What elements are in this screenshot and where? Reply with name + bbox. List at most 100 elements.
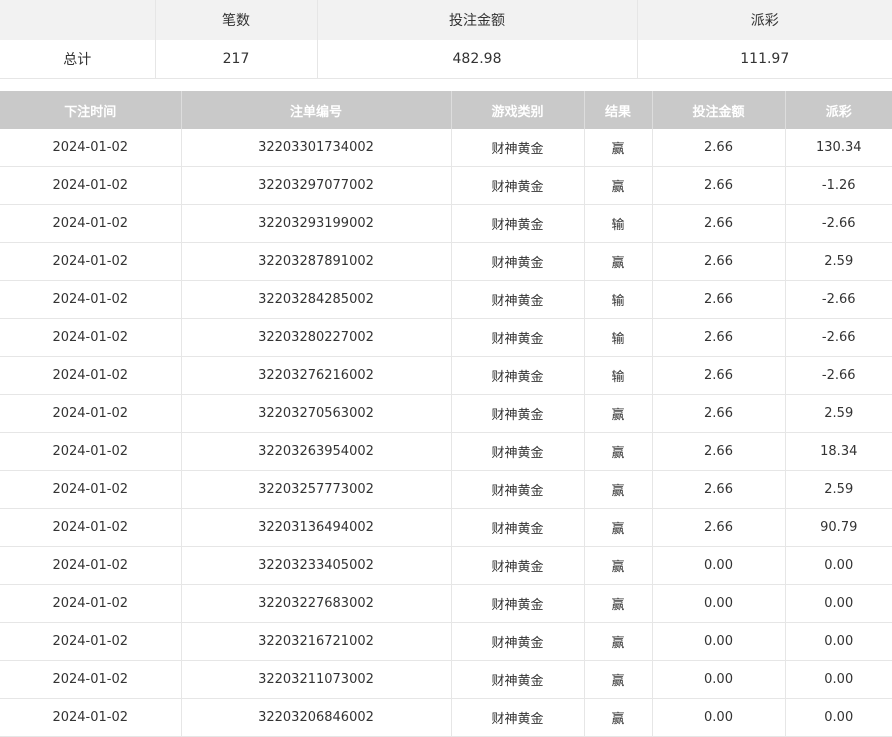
cell-game-type: 财神黄金 bbox=[450, 660, 584, 699]
cell-payout: -2.66 bbox=[784, 318, 892, 357]
cell-bet-time: 2024-01-02 bbox=[0, 204, 181, 243]
cell-payout: -2.66 bbox=[784, 280, 892, 319]
cell-bet-id: 32203276216002 bbox=[180, 356, 451, 395]
cell-bet-id: 32203216721002 bbox=[180, 622, 451, 661]
cell-bet-amount: 0.00 bbox=[651, 622, 785, 661]
cell-result: 赢 bbox=[583, 660, 652, 699]
cell-payout: -2.66 bbox=[784, 204, 892, 243]
cell-game-type: 财神黄金 bbox=[450, 508, 584, 547]
cell-result: 赢 bbox=[583, 432, 652, 471]
cell-bet-time: 2024-01-02 bbox=[0, 242, 181, 281]
cell-bet-amount: 2.66 bbox=[651, 432, 785, 471]
cell-result: 输 bbox=[583, 204, 652, 243]
header-bet-id[interactable]: 注单编号 bbox=[180, 91, 451, 129]
cell-bet-id: 32203211073002 bbox=[180, 660, 451, 699]
cell-result: 赢 bbox=[583, 242, 652, 281]
cell-result: 赢 bbox=[583, 698, 652, 737]
header-bet-time[interactable]: 下注时间 bbox=[0, 91, 181, 129]
cell-result: 赢 bbox=[583, 129, 652, 167]
cell-game-type: 财神黄金 bbox=[450, 622, 584, 661]
cell-payout: 0.00 bbox=[784, 584, 892, 623]
cell-result: 输 bbox=[583, 356, 652, 395]
table-row[interactable]: 2024-01-02 32203233405002 财神黄金赢 0.00 0.00 bbox=[0, 546, 892, 585]
table-gap bbox=[0, 79, 892, 91]
cell-bet-amount: 2.66 bbox=[651, 129, 785, 167]
cell-bet-time: 2024-01-02 bbox=[0, 584, 181, 623]
cell-bet-amount: 2.66 bbox=[651, 356, 785, 395]
cell-game-type: 财神黄金 bbox=[450, 242, 584, 281]
cell-result: 输 bbox=[583, 318, 652, 357]
summary-header-blank bbox=[0, 0, 155, 40]
cell-payout: 0.00 bbox=[784, 546, 892, 585]
cell-bet-amount: 2.66 bbox=[651, 318, 785, 357]
table-row[interactable]: 2024-01-02 32203287891002 财神黄金赢 2.66 2.59 bbox=[0, 242, 892, 281]
table-row[interactable]: 2024-01-02 32203206846002 财神黄金赢 0.00 0.00 bbox=[0, 698, 892, 737]
cell-payout: 0.00 bbox=[784, 622, 892, 661]
cell-game-type: 财神黄金 bbox=[450, 546, 584, 585]
cell-game-type: 财神黄金 bbox=[450, 470, 584, 509]
cell-game-type: 财神黄金 bbox=[450, 280, 584, 319]
summary-total-bet: 482.98 bbox=[316, 40, 637, 79]
cell-game-type: 财神黄金 bbox=[450, 166, 584, 205]
table-row[interactable]: 2024-01-02 32203136494002 财神黄金赢 2.66 90.79 bbox=[0, 508, 892, 547]
header-result[interactable]: 结果 bbox=[583, 91, 652, 129]
cell-payout: 2.59 bbox=[784, 394, 892, 433]
cell-bet-amount: 2.66 bbox=[651, 204, 785, 243]
table-row[interactable]: 2024-01-02 32203270563002 财神黄金赢 2.66 2.59 bbox=[0, 394, 892, 433]
table-row[interactable]: 2024-01-02 32203227683002 财神黄金赢 0.00 0.00 bbox=[0, 584, 892, 623]
header-game-type[interactable]: 游戏类别 bbox=[450, 91, 584, 129]
cell-result: 输 bbox=[583, 280, 652, 319]
cell-bet-amount: 0.00 bbox=[651, 660, 785, 699]
cell-bet-amount: 0.00 bbox=[651, 584, 785, 623]
table-row[interactable]: 2024-01-02 32203263954002 财神黄金赢 2.66 18.34 bbox=[0, 432, 892, 471]
table-row[interactable]: 2024-01-02 32203216721002 财神黄金赢 0.00 0.00 bbox=[0, 622, 892, 661]
cell-bet-time: 2024-01-02 bbox=[0, 698, 181, 737]
cell-game-type: 财神黄金 bbox=[450, 432, 584, 471]
cell-payout: 2.59 bbox=[784, 470, 892, 509]
cell-bet-time: 2024-01-02 bbox=[0, 508, 181, 547]
cell-bet-time: 2024-01-02 bbox=[0, 166, 181, 205]
summary-total-label: 总计 bbox=[0, 40, 155, 79]
cell-result: 赢 bbox=[583, 394, 652, 433]
table-row[interactable]: 2024-01-02 32203297077002 财神黄金赢 2.66 -1.26 bbox=[0, 166, 892, 205]
summary-header-count: 笔数 bbox=[154, 0, 317, 40]
cell-payout: -2.66 bbox=[784, 356, 892, 395]
cell-payout: 0.00 bbox=[784, 660, 892, 699]
cell-payout: 18.34 bbox=[784, 432, 892, 471]
table-row[interactable]: 2024-01-02 32203301734002 财神黄金赢 2.66 130.34 bbox=[0, 129, 892, 167]
cell-game-type: 财神黄金 bbox=[450, 584, 584, 623]
header-payout[interactable]: 派彩 bbox=[784, 91, 892, 129]
cell-bet-amount: 0.00 bbox=[651, 546, 785, 585]
summary-header-row: 笔数 投注金额 派彩 bbox=[0, 0, 892, 40]
cell-bet-id: 32203263954002 bbox=[180, 432, 451, 471]
cell-bet-id: 32203227683002 bbox=[180, 584, 451, 623]
table-row[interactable]: 2024-01-02 32203211073002 财神黄金赢 0.00 0.00 bbox=[0, 660, 892, 699]
cell-payout: -1.26 bbox=[784, 166, 892, 205]
cell-payout: 130.34 bbox=[784, 129, 892, 167]
table-row[interactable]: 2024-01-02 32203280227002 财神黄金输 2.66 -2.66 bbox=[0, 318, 892, 357]
header-bet-amount[interactable]: 投注金额 bbox=[651, 91, 785, 129]
cell-bet-time: 2024-01-02 bbox=[0, 622, 181, 661]
records-body: 2024-01-02 32203301734002 财神黄金赢 2.66 130.34 2… bbox=[0, 129, 892, 737]
summary-total-row: 总计 217 482.98 111.97 bbox=[0, 40, 892, 79]
cell-bet-id: 32203280227002 bbox=[180, 318, 451, 357]
cell-payout: 2.59 bbox=[784, 242, 892, 281]
cell-game-type: 财神黄金 bbox=[450, 394, 584, 433]
cell-game-type: 财神黄金 bbox=[450, 318, 584, 357]
table-row[interactable]: 2024-01-02 32203257773002 财神黄金赢 2.66 2.59 bbox=[0, 470, 892, 509]
cell-bet-id: 32203297077002 bbox=[180, 166, 451, 205]
cell-bet-time: 2024-01-02 bbox=[0, 318, 181, 357]
cell-bet-id: 32203284285002 bbox=[180, 280, 451, 319]
cell-bet-id: 32203293199002 bbox=[180, 204, 451, 243]
cell-bet-amount: 2.66 bbox=[651, 166, 785, 205]
summary-header-bet: 投注金额 bbox=[316, 0, 637, 40]
cell-bet-amount: 2.66 bbox=[651, 280, 785, 319]
table-row[interactable]: 2024-01-02 32203293199002 财神黄金输 2.66 -2.66 bbox=[0, 204, 892, 243]
table-row[interactable]: 2024-01-02 32203284285002 财神黄金输 2.66 -2.66 bbox=[0, 280, 892, 319]
cell-payout: 90.79 bbox=[784, 508, 892, 547]
cell-bet-id: 32203287891002 bbox=[180, 242, 451, 281]
cell-bet-amount: 2.66 bbox=[651, 470, 785, 509]
table-row[interactable]: 2024-01-02 32203276216002 财神黄金输 2.66 -2.66 bbox=[0, 356, 892, 395]
summary-table: 笔数 投注金额 派彩 总计 217 482.98 111.97 bbox=[0, 0, 892, 79]
cell-bet-time: 2024-01-02 bbox=[0, 280, 181, 319]
